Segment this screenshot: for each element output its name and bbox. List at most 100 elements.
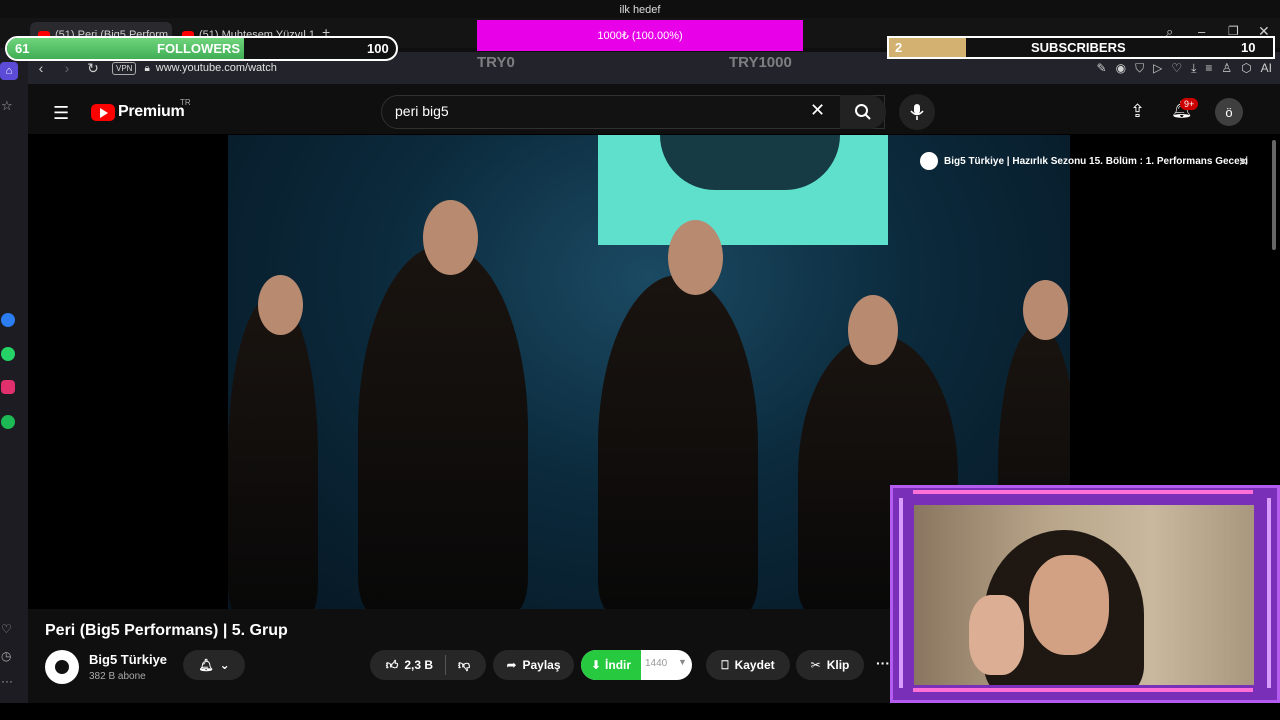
followers-current: 61 bbox=[15, 41, 30, 56]
webcam-video bbox=[914, 505, 1254, 685]
browser-sidebar: ⌂ ☆ ♡ ◷ ··· bbox=[0, 48, 28, 720]
vpn-badge[interactable]: VPN bbox=[112, 61, 137, 75]
divider bbox=[445, 655, 447, 675]
messenger-icon[interactable] bbox=[1, 313, 15, 327]
download-action[interactable]: ⬇ İndir bbox=[581, 650, 641, 680]
subscribers-label: SUBSCRIBERS bbox=[1031, 40, 1126, 55]
shield-icon[interactable]: ⛉ bbox=[1135, 61, 1144, 76]
followers-label: FOLLOWERS bbox=[157, 41, 241, 56]
goal-title: ilk hedef bbox=[619, 4, 661, 16]
bottom-bar bbox=[0, 703, 1280, 720]
chevron-down-icon: ⌄ bbox=[219, 658, 230, 672]
youtube-logo-icon[interactable] bbox=[91, 104, 115, 121]
list-icon[interactable]: ≡ bbox=[1205, 61, 1212, 76]
download-button[interactable]: ⬇ İndir 1440 ▼ bbox=[581, 650, 692, 680]
ai-button[interactable]: AI bbox=[1261, 61, 1272, 76]
search-icon bbox=[855, 104, 871, 120]
notification-badge: 9+ bbox=[1180, 98, 1199, 110]
voice-search-button[interactable] bbox=[899, 94, 935, 130]
instagram-icon[interactable] bbox=[1, 380, 15, 394]
donation-goal-bar: 1000₺ (100.00%) bbox=[477, 20, 803, 51]
microphone-icon bbox=[910, 104, 924, 120]
download-icon[interactable]: ⤓ bbox=[1191, 61, 1196, 76]
menu-icon[interactable]: ☰ bbox=[53, 103, 69, 124]
frame-stripe bbox=[1267, 498, 1271, 688]
goal-max-label: TRY1000 bbox=[729, 54, 792, 71]
followers-progress-bar: 61 FOLLOWERS 100 bbox=[5, 36, 398, 61]
frame-stripe bbox=[899, 498, 903, 688]
share-label: Paylaş bbox=[522, 658, 561, 672]
bell-icon: 🔔︎ bbox=[198, 658, 214, 672]
dancer-figure bbox=[358, 245, 528, 609]
dancer-head bbox=[1023, 280, 1068, 340]
heart-icon[interactable]: ♡ bbox=[1, 622, 12, 636]
whatsapp-icon[interactable] bbox=[1, 347, 15, 361]
download-arrow-icon: ⬇ bbox=[590, 658, 602, 672]
lock-icon: 🔒︎ bbox=[144, 62, 150, 74]
channel-logo-icon bbox=[920, 152, 938, 170]
youtube-logo-text[interactable]: Premium bbox=[118, 103, 185, 121]
region-label: TR bbox=[180, 98, 191, 107]
goal-text: 1000₺ (100.00%) bbox=[597, 30, 683, 42]
dancer-figure bbox=[228, 295, 318, 609]
subscribe-bell-button[interactable]: 🔔︎ ⌄ bbox=[183, 650, 245, 680]
more-icon[interactable]: ··· bbox=[1, 674, 13, 688]
page-scrollbar[interactable] bbox=[1272, 140, 1276, 250]
dancer-head bbox=[258, 275, 303, 335]
save-button[interactable]: ⎕ Kaydet bbox=[706, 650, 790, 680]
account-avatar[interactable]: ö bbox=[1215, 98, 1243, 126]
search-button[interactable] bbox=[840, 95, 886, 129]
dancer-head bbox=[848, 295, 898, 365]
channel-name[interactable]: Big5 Türkiye bbox=[89, 652, 167, 667]
frame-stripe bbox=[913, 688, 1253, 692]
reload-icon[interactable]: ↻ bbox=[80, 60, 106, 77]
dancer-head bbox=[668, 220, 723, 295]
streamer-hand bbox=[969, 595, 1024, 675]
share-button[interactable]: ➦ Paylaş bbox=[493, 650, 574, 680]
goal-min-label: TRY0 bbox=[477, 54, 515, 71]
youtube-header: ☰ Premium TR peri big5 ✕ ⇪ 🔔︎ 9+ ö bbox=[28, 88, 1280, 134]
play-icon[interactable]: ▷ bbox=[1153, 61, 1162, 76]
profile-icon[interactable]: ♙ bbox=[1221, 61, 1232, 76]
subscribers-current: 2 bbox=[895, 40, 903, 55]
subscribers-max: 10 bbox=[1241, 40, 1256, 55]
like-dislike-group: 👍︎ 2,3 B 👎︎ bbox=[370, 650, 486, 680]
camera-icon[interactable]: ◉ bbox=[1116, 61, 1126, 76]
forward-icon[interactable]: › bbox=[54, 60, 80, 76]
clip-label: Klip bbox=[826, 658, 850, 672]
search-value[interactable]: peri big5 bbox=[395, 103, 449, 119]
followers-max: 100 bbox=[367, 41, 389, 56]
clear-search-icon[interactable]: ✕ bbox=[810, 100, 825, 121]
bookmark-icon: ⎕ bbox=[721, 657, 729, 672]
subscribers-progress-bar: 2 SUBSCRIBERS 10 bbox=[887, 36, 1275, 59]
like-icon[interactable]: 👍︎ bbox=[386, 658, 399, 673]
download-caret-icon[interactable]: ▼ bbox=[678, 657, 687, 667]
video-title: Peri (Big5 Performans) | 5. Grup bbox=[45, 622, 288, 639]
share-icon: ➦ bbox=[506, 658, 517, 672]
end-screen-title-text: Big5 Türkiye | Hazırlık Sezonu 15. Bölüm… bbox=[944, 155, 1249, 167]
url-field[interactable]: www.youtube.com/watch bbox=[156, 62, 277, 74]
clip-button[interactable]: ✂ Klip bbox=[796, 650, 864, 680]
channel-avatar[interactable] bbox=[45, 650, 79, 684]
heart-icon[interactable]: ♡ bbox=[1171, 61, 1182, 76]
star-icon[interactable]: ☆ bbox=[1, 98, 13, 114]
download-quality: 1440 bbox=[645, 658, 668, 669]
spotify-icon[interactable] bbox=[1, 415, 15, 429]
extension-icons: ✎ ◉ ⛉ ▷ ♡ ⤓ ≡ ♙ ⬡ AI bbox=[1097, 61, 1272, 76]
channel-subscribers: 382 B abone bbox=[89, 671, 146, 682]
dancer-figure bbox=[598, 275, 758, 609]
home-icon[interactable]: ⌂ bbox=[0, 62, 18, 80]
close-overlay-icon[interactable]: ✕ bbox=[1238, 154, 1249, 170]
cube-icon[interactable]: ⬡ bbox=[1241, 61, 1251, 76]
dislike-icon[interactable]: 👎︎ bbox=[458, 658, 470, 673]
history-icon[interactable]: ◷ bbox=[1, 649, 11, 663]
stage-sign-shape bbox=[660, 135, 840, 190]
back-icon[interactable]: ‹ bbox=[28, 60, 54, 76]
frame-stripe bbox=[913, 490, 1253, 494]
like-count[interactable]: 2,3 B bbox=[404, 658, 433, 672]
upload-icon[interactable]: ⇪ bbox=[1130, 101, 1145, 122]
save-label: Kaydet bbox=[734, 658, 775, 672]
edit-icon[interactable]: ✎ bbox=[1097, 61, 1107, 76]
more-actions-button[interactable]: ··· bbox=[876, 655, 890, 671]
end-screen-video-title[interactable]: Big5 Türkiye | Hazırlık Sezonu 15. Bölüm… bbox=[920, 150, 1260, 172]
